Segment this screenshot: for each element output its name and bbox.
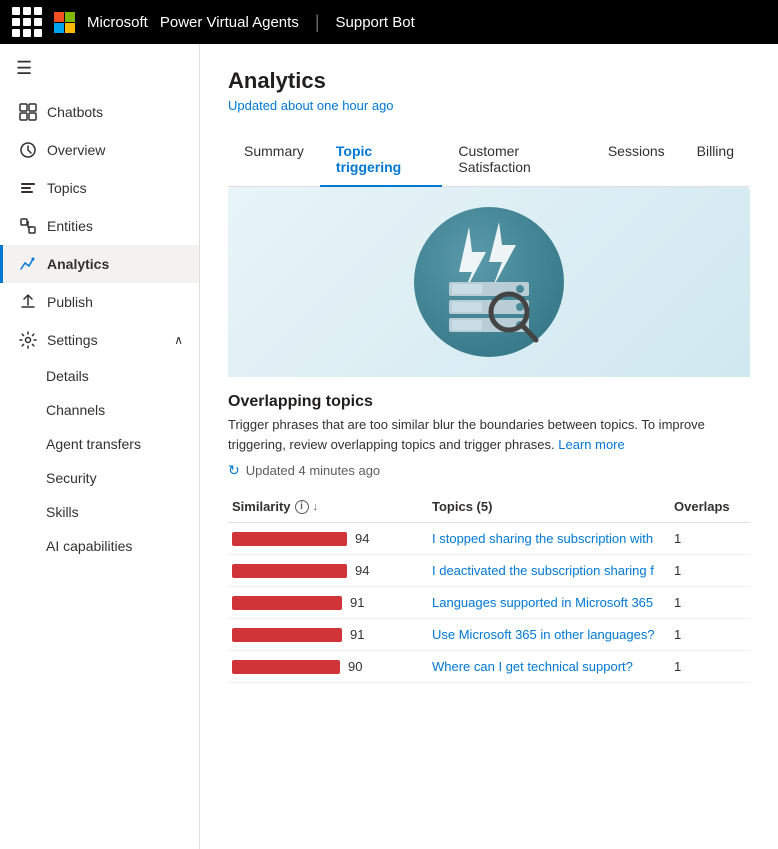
sidebar-sub-details[interactable]: Details — [0, 359, 199, 393]
similarity-cell-3: 91 — [228, 619, 428, 651]
similarity-value-3: 91 — [350, 627, 372, 642]
sidebar-item-overview[interactable]: Overview — [0, 131, 199, 169]
similarity-value-1: 94 — [355, 563, 377, 578]
update-row: ↻ Updated 4 minutes ago — [228, 462, 750, 479]
settings-label: Settings — [47, 332, 98, 348]
topics-label: Topics — [47, 180, 87, 196]
microsoft-logo — [54, 12, 75, 33]
hamburger-menu[interactable]: ☰ — [0, 44, 199, 93]
overlapping-table: Similarity i ↓ Topics (5) Overlaps — [228, 491, 750, 683]
skills-label: Skills — [46, 504, 79, 520]
topic-cell-3[interactable]: Use Microsoft 365 in other languages? — [428, 619, 670, 651]
security-label: Security — [46, 470, 97, 486]
topic-cell-1[interactable]: I deactivated the subscription sharing f — [428, 555, 670, 587]
chatbots-label: Chatbots — [47, 104, 103, 120]
overview-label: Overview — [47, 142, 105, 158]
similarity-bar-2 — [232, 596, 342, 610]
chatbots-icon — [19, 103, 37, 121]
details-label: Details — [46, 368, 89, 384]
topic-cell-0[interactable]: I stopped sharing the subscription with — [428, 523, 670, 555]
similarity-info-icon[interactable]: i — [295, 500, 309, 514]
agent-transfers-label: Agent transfers — [46, 436, 141, 452]
overlapping-topics-section: Overlapping topics Trigger phrases that … — [228, 377, 750, 683]
nav-title: Power Virtual Agents — [160, 14, 299, 31]
tab-sessions[interactable]: Sessions — [592, 133, 681, 187]
channels-label: Channels — [46, 402, 105, 418]
sidebar-sub-security[interactable]: Security — [0, 461, 199, 495]
table-row: 91 Use Microsoft 365 in other languages?… — [228, 619, 750, 651]
updated-text: Updated 4 minutes ago — [246, 463, 380, 478]
overlaps-cell-2: 1 — [670, 587, 750, 619]
sidebar-item-settings[interactable]: Settings ∧ — [0, 321, 199, 359]
main-content: Analytics Updated about one hour ago Sum… — [200, 44, 778, 849]
col-topics-header: Topics (5) — [428, 491, 670, 523]
sidebar-sub-channels[interactable]: Channels — [0, 393, 199, 427]
overlaps-cell-3: 1 — [670, 619, 750, 651]
analytics-tabs: Summary Topic triggering Customer Satisf… — [228, 133, 750, 187]
overlapping-table-container: Similarity i ↓ Topics (5) Overlaps — [228, 479, 750, 683]
overview-icon — [19, 141, 37, 159]
publish-label: Publish — [47, 294, 93, 310]
brand-name: Microsoft — [87, 14, 148, 31]
similarity-cell-2: 91 — [228, 587, 428, 619]
topic-cell-2[interactable]: Languages supported in Microsoft 365 — [428, 587, 670, 619]
similarity-cell-0: 94 — [228, 523, 428, 555]
analytics-icon — [19, 255, 37, 273]
similarity-bar-4 — [232, 660, 340, 674]
similarity-cell-4: 90 — [228, 651, 428, 683]
section-description: Trigger phrases that are too similar blu… — [228, 415, 750, 454]
similarity-bar-0 — [232, 532, 347, 546]
overlaps-cell-0: 1 — [670, 523, 750, 555]
overlaps-cell-4: 1 — [670, 651, 750, 683]
table-row: 91 Languages supported in Microsoft 365 … — [228, 587, 750, 619]
tab-customer-satisfaction[interactable]: Customer Satisfaction — [442, 133, 591, 187]
sidebar-item-analytics[interactable]: Analytics — [0, 245, 199, 283]
topics-icon — [19, 179, 37, 197]
similarity-bar-3 — [232, 628, 342, 642]
sidebar-item-entities[interactable]: Entities — [0, 207, 199, 245]
tab-topic-triggering[interactable]: Topic triggering — [320, 133, 442, 187]
similarity-value-4: 90 — [348, 659, 370, 674]
col-similarity-header: Similarity i ↓ — [228, 491, 428, 523]
refresh-icon: ↻ — [228, 462, 240, 479]
bot-name: Support Bot — [336, 14, 415, 31]
similarity-cell-1: 94 — [228, 555, 428, 587]
top-navigation: Microsoft Power Virtual Agents | Support… — [0, 0, 778, 44]
sidebar-sub-agent-transfers[interactable]: Agent transfers — [0, 427, 199, 461]
sidebar-item-topics[interactable]: Topics — [0, 169, 199, 207]
topic-cell-4[interactable]: Where can I get technical support? — [428, 651, 670, 683]
similarity-bar-1 — [232, 564, 347, 578]
sidebar-sub-skills[interactable]: Skills — [0, 495, 199, 529]
table-row: 90 Where can I get technical support? 1 — [228, 651, 750, 683]
illustration-area — [228, 187, 750, 377]
page-subtitle: Updated about one hour ago — [228, 98, 750, 113]
tab-summary[interactable]: Summary — [228, 133, 320, 187]
similarity-sort-icon[interactable]: ↓ — [313, 501, 319, 513]
similarity-value-2: 91 — [350, 595, 372, 610]
section-title: Overlapping topics — [228, 393, 750, 411]
overlaps-cell-1: 1 — [670, 555, 750, 587]
table-row: 94 I deactivated the subscription sharin… — [228, 555, 750, 587]
entities-icon — [19, 217, 37, 235]
nav-separator: | — [315, 12, 320, 33]
page-title: Analytics — [228, 68, 750, 94]
tab-billing[interactable]: Billing — [681, 133, 750, 187]
entities-label: Entities — [47, 218, 93, 234]
apps-grid-icon[interactable] — [12, 7, 42, 37]
col-overlaps-header: Overlaps — [670, 491, 750, 523]
settings-toggle-icon: ∧ — [174, 333, 183, 347]
sidebar-item-chatbots[interactable]: Chatbots — [0, 93, 199, 131]
similarity-value-0: 94 — [355, 531, 377, 546]
settings-icon — [19, 331, 37, 349]
learn-more-link[interactable]: Learn more — [558, 437, 624, 452]
table-row: 94 I stopped sharing the subscription wi… — [228, 523, 750, 555]
sidebar: ☰ Chatbots Overview — [0, 44, 200, 849]
publish-icon — [19, 293, 37, 311]
analytics-label: Analytics — [47, 256, 109, 272]
illustration-circle — [414, 207, 564, 357]
ai-capabilities-label: AI capabilities — [46, 538, 132, 554]
sidebar-item-publish[interactable]: Publish — [0, 283, 199, 321]
sidebar-sub-ai-capabilities[interactable]: AI capabilities — [0, 529, 199, 563]
